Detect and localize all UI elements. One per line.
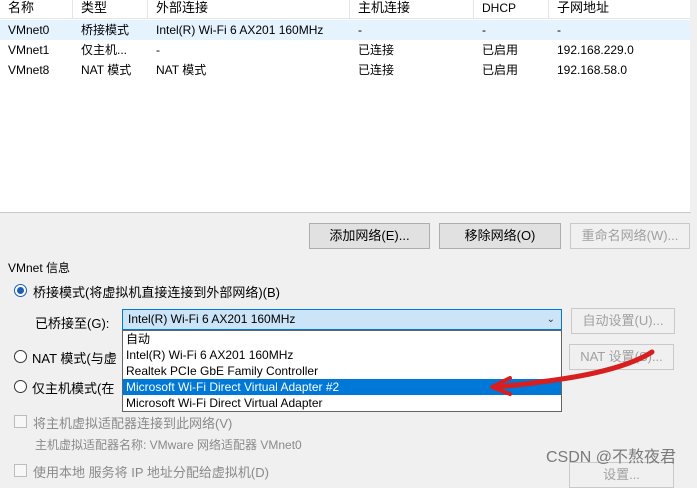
network-table: 名称 类型 外部连接 主机连接 DHCP 子网地址 VMnet0 桥接模式 In…	[0, 0, 691, 213]
row-type: 仅主机...	[81, 43, 128, 57]
host-only-label[interactable]: 仅主机模式(在	[32, 378, 114, 397]
row-host: 已连接	[358, 43, 395, 57]
row-subnet: 192.168.229.0	[557, 43, 634, 57]
row-type: NAT 模式	[81, 63, 132, 77]
row-external: -	[156, 43, 160, 57]
row-host: -	[358, 23, 362, 37]
host-only-radio[interactable]	[14, 380, 27, 393]
dhcp-label[interactable]: 使用本地 服务将 IP 地址分配给虚拟机(D)	[33, 462, 269, 481]
watermark: CSDN @不熬夜君	[546, 449, 677, 466]
table-row[interactable]: VMnet0 桥接模式 Intel(R) Wi-Fi 6 AX201 160MH…	[0, 20, 690, 40]
row-dhcp: 已启用	[482, 43, 519, 57]
rename-network-button[interactable]: 重命名网络(W)...	[570, 223, 690, 249]
row-subnet: 192.168.58.0	[557, 63, 628, 77]
auto-settings-button[interactable]: 自动设置(U)...	[571, 308, 675, 334]
row-external: NAT 模式	[156, 63, 207, 77]
vmnet-info-label: VMnet 信息	[8, 261, 71, 275]
column-header-external[interactable]: 外部连接	[148, 0, 350, 18]
row-dhcp: 已启用	[482, 63, 519, 77]
column-header-type[interactable]: 类型	[73, 0, 148, 18]
host-adapter-name: 主机虚拟适配器名称: VMware 网络适配器 VMnet0	[35, 438, 302, 452]
table-row[interactable]: VMnet8 NAT 模式 NAT 模式 已连接 已启用 192.168.58.…	[0, 60, 690, 80]
bridge-mode-radio[interactable]	[14, 284, 27, 297]
row-dhcp: -	[482, 23, 486, 37]
row-external: Intel(R) Wi-Fi 6 AX201 160MHz	[156, 23, 324, 37]
column-header-subnet[interactable]: 子网地址	[549, 0, 690, 18]
row-host: 已连接	[358, 63, 395, 77]
row-name: VMnet8	[8, 63, 50, 77]
row-name: VMnet1	[8, 43, 50, 57]
chevron-down-icon: ⌄	[546, 314, 555, 325]
connect-host-adapter-label[interactable]: 将主机虚拟适配器连接到此网络(V)	[33, 413, 232, 432]
column-header-name[interactable]: 名称	[0, 0, 73, 18]
bridged-to-select[interactable]: Intel(R) Wi-Fi 6 AX201 160MHz ⌄	[122, 309, 562, 330]
row-subnet: -	[557, 23, 561, 37]
row-type: 桥接模式	[81, 23, 130, 37]
table-row[interactable]: VMnet1 仅主机... - 已连接 已启用 192.168.229.0	[0, 40, 690, 60]
table-header: 名称 类型 外部连接 主机连接 DHCP 子网地址	[0, 0, 690, 19]
column-header-dhcp[interactable]: DHCP	[474, 0, 549, 18]
table-scrollbar[interactable]	[690, 0, 697, 212]
column-header-host[interactable]: 主机连接	[350, 0, 474, 18]
bridged-to-value: Intel(R) Wi-Fi 6 AX201 160MHz	[128, 312, 296, 326]
bridge-mode-label[interactable]: 桥接模式(将虚拟机直接连接到外部网络)(B)	[33, 282, 280, 301]
add-network-button[interactable]: 添加网络(E)...	[309, 223, 430, 249]
nat-mode-radio[interactable]	[14, 350, 27, 363]
connect-host-adapter-checkbox[interactable]	[14, 415, 27, 428]
row-name: VMnet0	[8, 23, 50, 37]
nat-mode-label[interactable]: NAT 模式(与虚	[32, 348, 117, 367]
annotation-arrow-icon	[490, 349, 655, 396]
remove-network-button[interactable]: 移除网络(O)	[439, 223, 561, 249]
bridged-to-label: 已桥接至(G):	[35, 316, 110, 331]
